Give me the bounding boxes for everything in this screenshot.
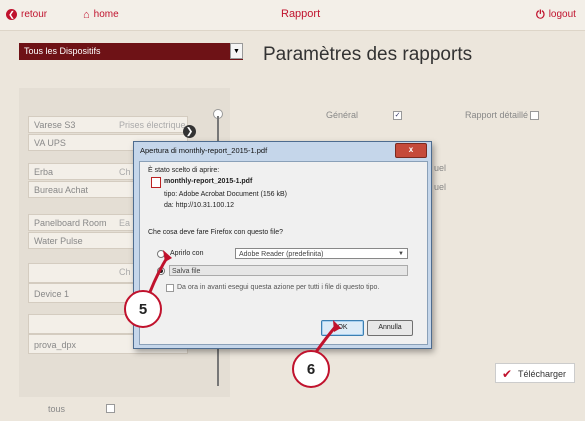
step-5-callout: 5 <box>124 290 162 328</box>
callout-arrows <box>148 250 341 353</box>
callout-6-arrowhead <box>333 320 341 332</box>
step-6-callout: 6 <box>292 350 330 388</box>
callout-6-arrow <box>314 325 338 353</box>
